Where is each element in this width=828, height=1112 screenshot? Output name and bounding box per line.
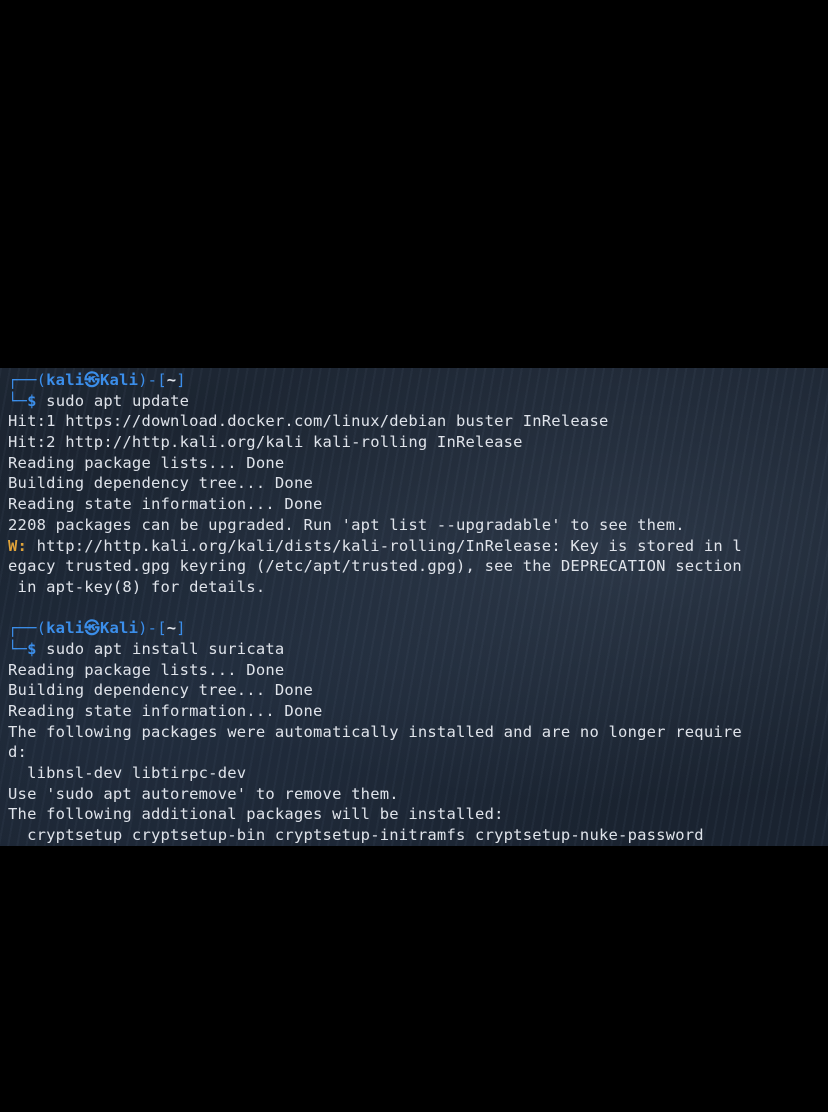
prompt-at-symbol: ㉿ (84, 619, 100, 638)
command-text: sudo apt install suricata (36, 639, 285, 658)
output-line: Reading package lists... Done (8, 453, 285, 472)
prompt-user: kali (46, 371, 85, 389)
prompt-user: kali (46, 619, 85, 638)
output-line: Hit:1 https://download.docker.com/linux/… (8, 412, 609, 431)
warning-line: W: http://http.kali.org/kali/dists/kali-… (8, 536, 828, 557)
prompt-dir: ~ (166, 371, 177, 389)
output-line: Reading state information... Done (8, 495, 323, 514)
terminal-window[interactable]: ┌──(kali㉿Kali)-[~] └─$ sudo apt update H… (0, 368, 828, 846)
output-line: Building dependency tree... Done (8, 681, 314, 700)
prompt-corner: ┌──( (8, 371, 47, 389)
prompt-line: ┌──(kali㉿Kali)-[~] (8, 618, 828, 639)
output-line: Reading state information... Done (8, 702, 323, 720)
command-text: sudo apt update (36, 391, 190, 410)
warning-line: in apt-key(8) for details. (8, 577, 266, 596)
output-line: Use 'sudo apt autoremove' to remove them… (8, 784, 399, 803)
dollar-sign: $ (27, 391, 37, 410)
prompt-corner: ┌──( (8, 619, 47, 638)
output-line: libnsl-dev libtirpc-dev (8, 764, 247, 783)
prompt-bracket-end: ] (176, 619, 186, 638)
output-line: 2208 packages can be upgraded. Run 'apt … (8, 515, 685, 534)
prompt-bracket: )-[ (138, 371, 167, 389)
terminal-output: ┌──(kali㉿Kali)-[~] └─$ sudo apt update H… (8, 370, 828, 846)
warning-text: http://http.kali.org/kali/dists/kali-rol… (27, 536, 742, 555)
prompt-bracket: )-[ (138, 619, 167, 638)
prompt-dir: ~ (166, 619, 177, 638)
prompt-line: ┌──(kali㉿Kali)-[~] (8, 370, 828, 391)
output-line: d: (8, 743, 28, 762)
output-line: cryptsetup cryptsetup-bin cryptsetup-ini… (8, 826, 704, 845)
warning-line: egacy trusted.gpg keyring (/etc/apt/trus… (8, 557, 742, 576)
dollar-sign: $ (27, 639, 37, 658)
command-line: └─$ sudo apt update (8, 391, 828, 412)
output-line: The following additional packages will b… (8, 805, 504, 824)
warning-label: W: (8, 536, 28, 555)
prompt-host: Kali (99, 371, 139, 389)
prompt-bracket-end: ] (176, 371, 186, 389)
prompt-prefix: └─ (8, 391, 28, 410)
output-line: The following packages were automaticall… (8, 722, 742, 741)
prompt-at-symbol: ㉿ (84, 371, 100, 389)
output-line: Building dependency tree... Done (8, 474, 314, 493)
output-line: Hit:2 http://http.kali.org/kali kali-rol… (8, 433, 523, 452)
output-line: Reading package lists... Done (8, 660, 285, 679)
prompt-host: Kali (99, 619, 139, 638)
prompt-prefix: └─ (8, 639, 28, 658)
command-line: └─$ sudo apt install suricata (8, 639, 828, 660)
